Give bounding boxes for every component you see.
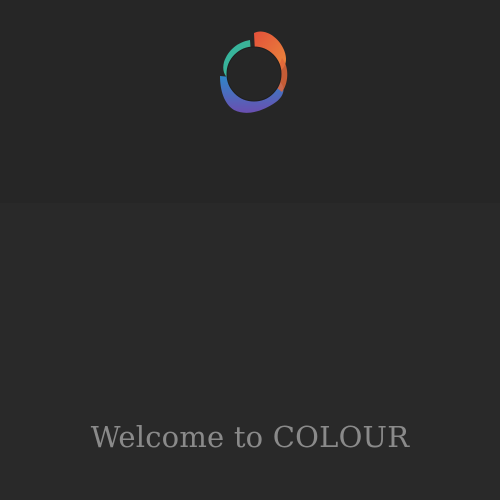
content-area [0, 203, 500, 500]
welcome-heading: Welcome to COLOUR [90, 420, 410, 454]
colour-swirl-logo-icon [220, 31, 288, 113]
